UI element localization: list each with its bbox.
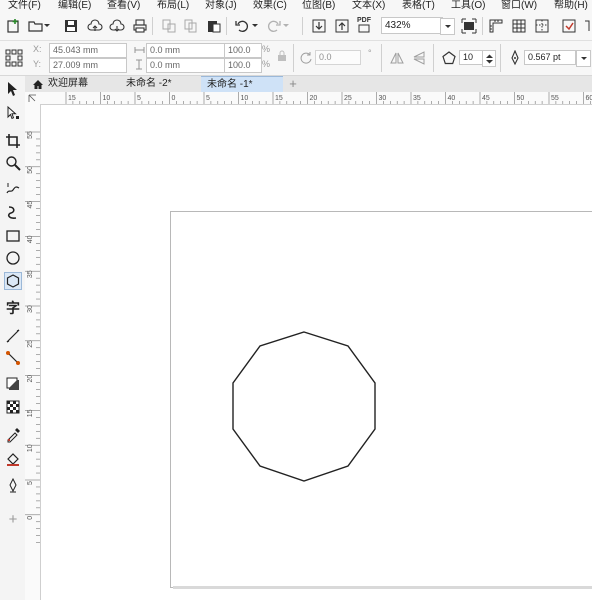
- decagon-shape[interactable]: [0, 0, 592, 600]
